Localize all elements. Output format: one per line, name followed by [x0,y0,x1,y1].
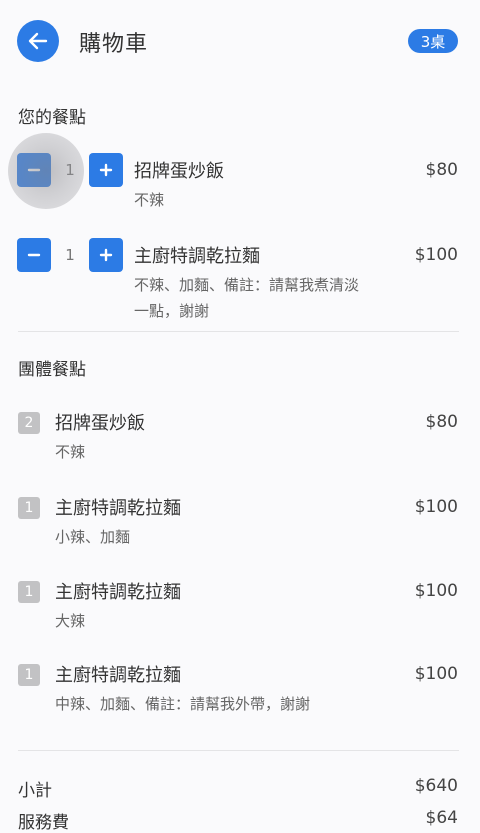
item-price: $100 [414,245,458,265]
my-items-title: 您的餐點 [18,108,86,128]
back-button[interactable] [17,20,59,62]
item-name: 主廚特調乾拉麵 [55,498,181,519]
item-count-badge: 1 [18,581,40,603]
decrease-quantity-button[interactable] [17,238,51,272]
item-name: 主廚特調乾拉麵 [55,582,181,603]
item-note: 不辣 [134,191,165,209]
item-note: 中辣、加麵、備註：請幫我外帶，謝謝 [55,695,311,713]
quantity-value: 1 [65,161,75,179]
plus-icon [99,248,113,262]
item-price: $80 [425,412,458,432]
item-note: 小辣、加麵 [55,528,131,546]
increase-quantity-button[interactable] [89,153,123,187]
item-note: 大辣 [55,612,86,630]
minus-icon [27,168,41,172]
item-price: $100 [414,664,458,684]
item-price: $100 [414,581,458,601]
item-note: 不辣 [55,443,86,461]
subtotal-label: 小計 [18,781,52,801]
item-count-badge: 1 [18,664,40,686]
plus-icon [99,163,113,177]
subtotal-value: $640 [414,776,458,796]
decrease-quantity-button[interactable] [17,153,51,187]
arrow-left-icon [28,32,48,50]
item-price: $100 [414,497,458,517]
increase-quantity-button[interactable] [89,238,123,272]
table-number-badge: 3桌 [408,29,458,53]
item-note: 不辣、加麵、備註：請幫我煮清淡 一點，謝謝 [134,276,360,320]
item-count-badge: 1 [18,497,40,519]
page-title: 購物車 [79,32,149,57]
minus-icon [27,253,41,257]
item-name: 招牌蛋炒飯 [55,413,145,434]
divider [18,331,459,332]
divider [18,750,459,751]
app-header: 購物車 3桌 [0,0,480,84]
service-fee-label: 服務費 [18,813,69,833]
item-price: $80 [425,160,458,180]
service-fee-value: $64 [425,808,458,828]
item-name: 招牌蛋炒飯 [134,161,224,182]
group-items-title: 團體餐點 [18,360,86,380]
item-name: 主廚特調乾拉麵 [134,246,260,267]
quantity-value: 1 [65,246,75,264]
item-name: 主廚特調乾拉麵 [55,665,181,686]
item-count-badge: 2 [18,412,40,434]
